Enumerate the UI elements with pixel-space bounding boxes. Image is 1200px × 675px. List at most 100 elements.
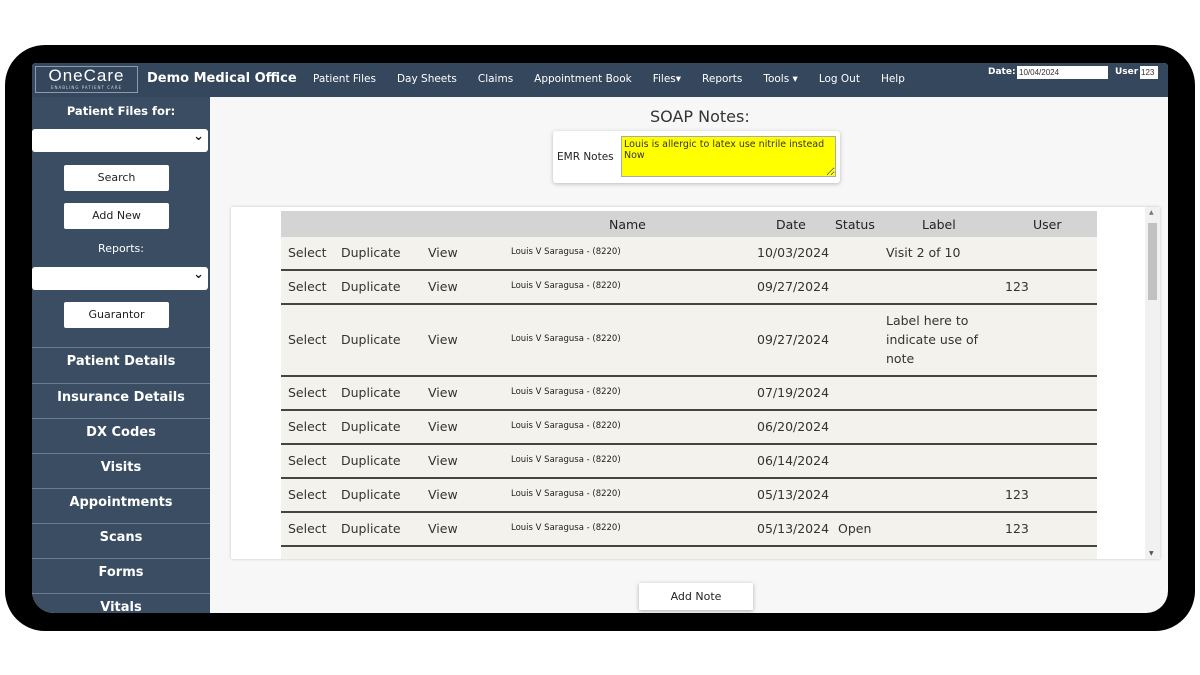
- table-row: Select Duplicate View Louis V Saragusa - (8…: [281, 411, 1097, 445]
- duplicate-link[interactable]: Duplicate: [341, 453, 401, 468]
- reports-select[interactable]: [32, 267, 208, 290]
- emr-notes-label: EMR Notes: [557, 151, 614, 163]
- row-date: 10/03/2024: [757, 245, 830, 260]
- view-link[interactable]: View: [428, 487, 458, 502]
- add-note-button[interactable]: Add Note: [639, 583, 753, 610]
- sidebar-item-visits[interactable]: Visits: [32, 453, 210, 486]
- select-link[interactable]: Select: [288, 332, 327, 347]
- row-name: Louis V Saragusa - (8220): [511, 387, 621, 397]
- user-label: User: [1115, 67, 1139, 77]
- table-row: [281, 547, 1097, 559]
- row-user: 123: [1005, 279, 1029, 294]
- nav-item[interactable]: Day Sheets: [397, 73, 457, 85]
- sidebar-item-dx-codes[interactable]: DX Codes: [32, 418, 210, 451]
- select-link[interactable]: Select: [288, 419, 327, 434]
- add-new-button[interactable]: Add New: [64, 203, 169, 229]
- row-status: Open: [838, 521, 872, 536]
- view-link[interactable]: View: [428, 521, 458, 536]
- view-link[interactable]: View: [428, 453, 458, 468]
- table-row: Select Duplicate View Louis V Saragusa - (8…: [281, 377, 1097, 411]
- row-date: 05/13/2024: [757, 487, 830, 502]
- soap-notes-table: Name Date Status Label User Select Duplic…: [281, 211, 1097, 559]
- logo-tagline: ENABLING PATIENT CARE: [50, 85, 123, 90]
- nav-item[interactable]: Patient Files: [313, 73, 376, 85]
- sidebar-item-forms[interactable]: Forms: [32, 558, 210, 591]
- date-label: Date:: [988, 67, 1016, 77]
- row-date: 06/14/2024: [757, 453, 830, 468]
- nav-item[interactable]: Tools ▾: [763, 73, 797, 85]
- row-date: 09/27/2024: [757, 332, 830, 347]
- row-date: 09/27/2024: [757, 279, 830, 294]
- nav-menu: Patient Files Day Sheets Claims Appointment…: [313, 73, 926, 85]
- select-link[interactable]: Select: [288, 487, 327, 502]
- row-name: Louis V Saragusa - (8220): [511, 523, 621, 533]
- scroll-down-icon[interactable]: ▼: [1149, 550, 1154, 557]
- row-name: Louis V Saragusa - (8220): [511, 421, 621, 431]
- nav-item[interactable]: Help: [881, 73, 905, 85]
- table-row: Select Duplicate View Louis V Saragusa - (8…: [281, 513, 1097, 547]
- nav-item[interactable]: Files▾: [653, 73, 681, 85]
- table-row: Select Duplicate View Louis V Saragusa - (8…: [281, 445, 1097, 479]
- duplicate-link[interactable]: Duplicate: [341, 487, 401, 502]
- table-row: Select Duplicate View Louis V Saragusa - (8…: [281, 479, 1097, 513]
- view-link[interactable]: View: [428, 419, 458, 434]
- search-button[interactable]: Search: [64, 165, 169, 191]
- emr-notes-textarea[interactable]: Louis is allergic to latex use nitrile i…: [621, 136, 836, 177]
- view-link[interactable]: View: [428, 279, 458, 294]
- scrollbar-thumb[interactable]: [1148, 223, 1157, 300]
- row-user: 123: [1005, 487, 1029, 502]
- patient-files-for-label: Patient Files for:: [66, 104, 176, 118]
- view-link[interactable]: View: [428, 332, 458, 347]
- patient-select[interactable]: [32, 129, 208, 152]
- duplicate-link[interactable]: Duplicate: [341, 332, 401, 347]
- view-link[interactable]: View: [428, 385, 458, 400]
- duplicate-link[interactable]: Duplicate: [341, 419, 401, 434]
- nav-item[interactable]: Claims: [478, 73, 513, 85]
- row-label: Visit 2 of 10: [886, 245, 961, 260]
- col-label: Label: [922, 217, 956, 232]
- sidebar-item-scans[interactable]: Scans: [32, 523, 210, 556]
- row-name: Louis V Saragusa - (8220): [511, 489, 621, 499]
- emr-notes-box: EMR Notes Louis is allergic to latex use…: [553, 131, 840, 183]
- duplicate-link[interactable]: Duplicate: [341, 245, 401, 260]
- select-link[interactable]: Select: [288, 245, 327, 260]
- date-input[interactable]: [1017, 66, 1108, 79]
- col-name: Name: [609, 217, 646, 232]
- office-name: Demo Medical Office: [147, 71, 297, 86]
- table-scrollbar[interactable]: ▲ ▼: [1145, 207, 1160, 559]
- table-row: Select Duplicate View Louis V Saragusa - (8…: [281, 305, 1097, 377]
- duplicate-link[interactable]: Duplicate: [341, 521, 401, 536]
- user-input[interactable]: [1140, 66, 1158, 79]
- row-date: 07/19/2024: [757, 385, 830, 400]
- nav-item[interactable]: Log Out: [819, 73, 860, 85]
- page-title: SOAP Notes:: [650, 107, 750, 126]
- nav-item[interactable]: Reports: [702, 73, 742, 85]
- guarantor-button[interactable]: Guarantor: [64, 302, 169, 328]
- select-link[interactable]: Select: [288, 453, 327, 468]
- row-name: Louis V Saragusa - (8220): [511, 334, 621, 344]
- sidebar-item-insurance-details[interactable]: Insurance Details: [32, 383, 210, 416]
- row-user: 123: [1005, 521, 1029, 536]
- sidebar-item-vitals[interactable]: Vitals: [32, 593, 210, 613]
- col-date: Date: [776, 217, 806, 232]
- screen: OneCare ENABLING PATIENT CARE Demo Medica…: [32, 63, 1168, 613]
- select-link[interactable]: Select: [288, 279, 327, 294]
- scroll-up-icon[interactable]: ▲: [1149, 209, 1154, 216]
- row-name: Louis V Saragusa - (8220): [511, 281, 621, 291]
- sidebar: Patient Files for: Search Add New Report…: [32, 97, 210, 613]
- select-link[interactable]: Select: [288, 521, 327, 536]
- col-user: User: [1033, 217, 1062, 232]
- duplicate-link[interactable]: Duplicate: [341, 385, 401, 400]
- logo[interactable]: OneCare ENABLING PATIENT CARE: [35, 66, 138, 93]
- view-link[interactable]: View: [428, 245, 458, 260]
- row-label: Label here to indicate use of note: [886, 313, 979, 366]
- table-row: Select Duplicate View Louis V Saragusa - (8…: [281, 237, 1097, 271]
- sidebar-item-patient-details[interactable]: Patient Details: [32, 347, 210, 380]
- top-nav: OneCare ENABLING PATIENT CARE Demo Medica…: [32, 63, 1168, 97]
- select-link[interactable]: Select: [288, 385, 327, 400]
- nav-item[interactable]: Appointment Book: [534, 73, 632, 85]
- sidebar-item-appointments[interactable]: Appointments: [32, 488, 210, 521]
- logo-text: OneCare: [48, 66, 125, 85]
- table-row: Select Duplicate View Louis V Saragusa - (8…: [281, 271, 1097, 305]
- duplicate-link[interactable]: Duplicate: [341, 279, 401, 294]
